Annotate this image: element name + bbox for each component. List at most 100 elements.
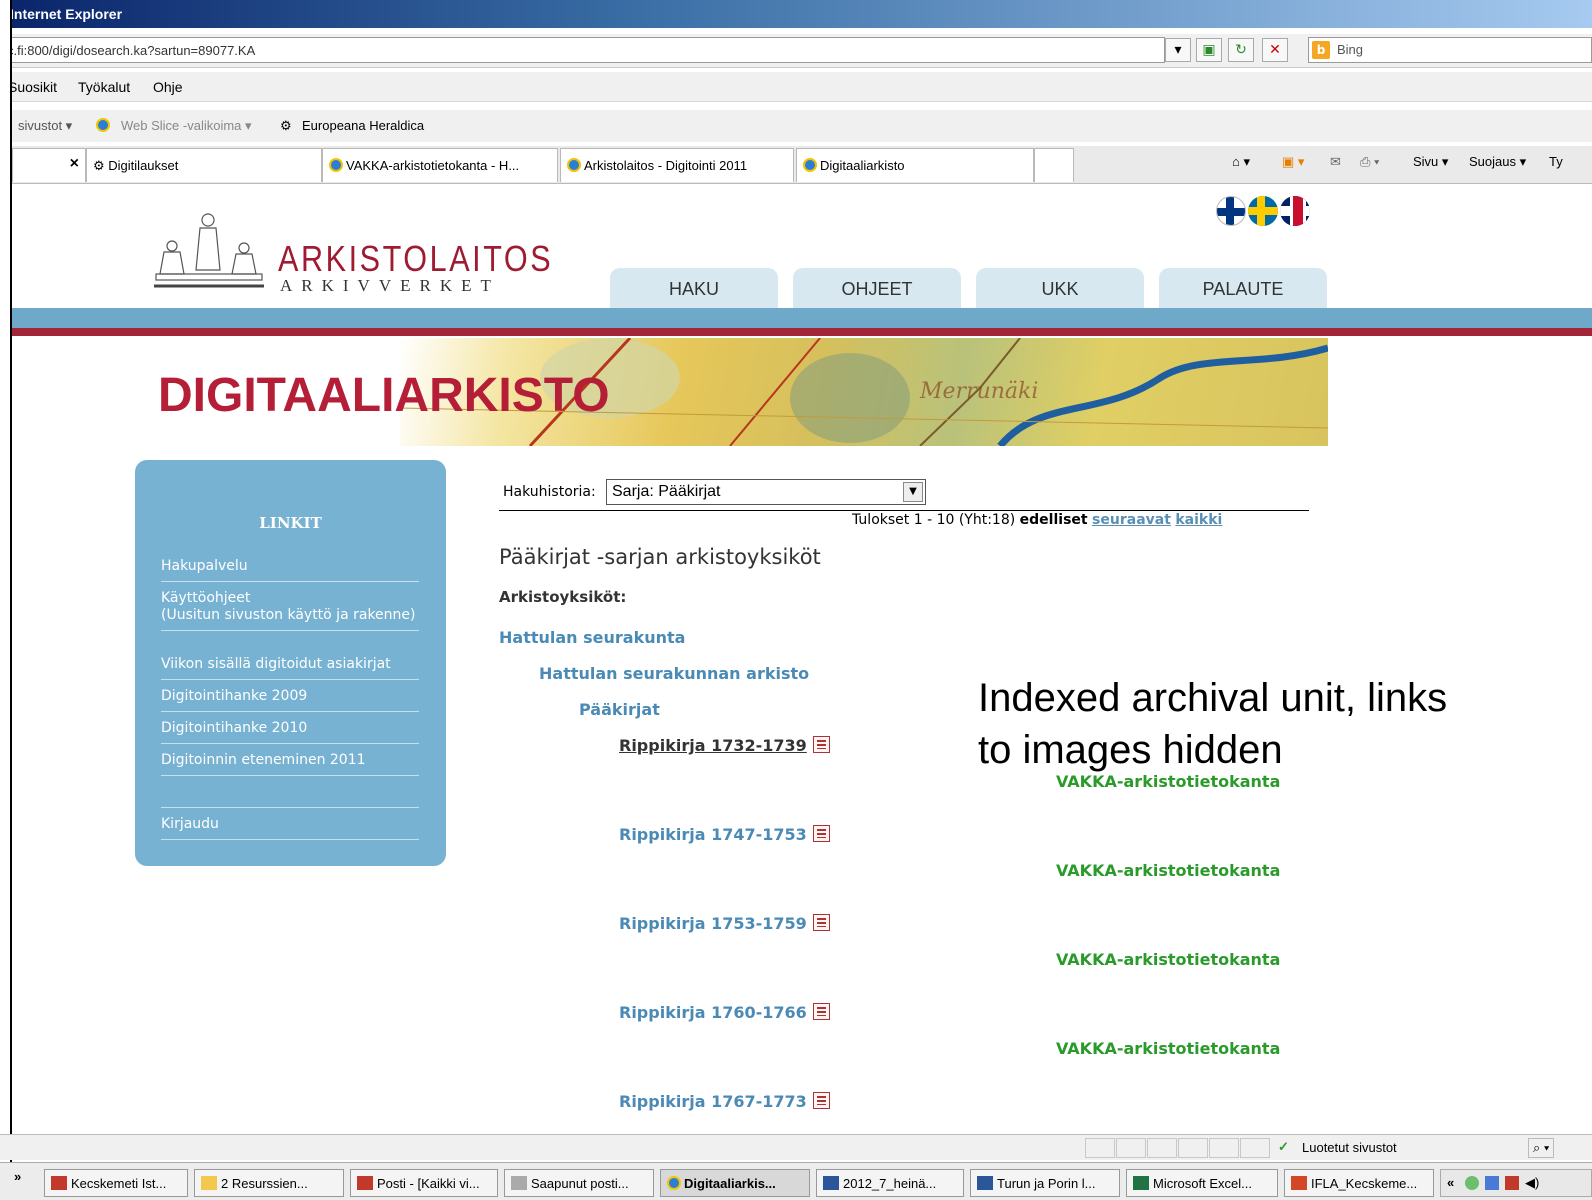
nav-tab-ohjeet[interactable]: OHJEET xyxy=(793,268,961,308)
document-icon[interactable] xyxy=(812,1003,830,1020)
task-label: Turun ja Porin l... xyxy=(997,1176,1096,1191)
language-selector xyxy=(1216,196,1312,230)
tab-digitilaukset[interactable]: ⚙ Digitilaukset xyxy=(86,148,322,182)
status-cell xyxy=(1147,1138,1177,1158)
tray-expand-icon[interactable]: « xyxy=(1447,1175,1454,1190)
sidebar-spacer xyxy=(161,784,419,808)
stop-icon[interactable]: ✕ xyxy=(1262,38,1288,62)
fav-europeana-heraldica[interactable]: Europeana Heraldica xyxy=(302,118,424,133)
list-item[interactable]: Rippikirja 1767-1773 xyxy=(619,1092,830,1111)
task-item[interactable]: IFLA_Kecskeme... xyxy=(1284,1169,1434,1197)
refresh-icon[interactable]: ↻ xyxy=(1228,38,1254,62)
safety-menu[interactable]: Suojaus ▾ xyxy=(1469,154,1526,170)
overflow-chevron-icon[interactable]: » xyxy=(14,1169,21,1184)
tab-label: VAKKA-arkistotietokanta - H... xyxy=(346,158,520,173)
next-link[interactable]: seuraavat xyxy=(1092,512,1171,528)
list-item[interactable]: Rippikirja 1747-1753 xyxy=(619,825,830,844)
swedish-flag-icon[interactable] xyxy=(1248,196,1278,226)
prev-link[interactable]: edelliset xyxy=(1020,512,1088,528)
status-cell xyxy=(1116,1138,1146,1158)
menu-help[interactable]: Ohje xyxy=(153,79,183,95)
document-icon[interactable] xyxy=(812,736,830,753)
archive-seal-logo xyxy=(154,213,264,288)
feeds-icon[interactable]: ▣ ▾ xyxy=(1282,154,1304,170)
sidebar-item-2009[interactable]: Digitointihanke 2009 xyxy=(161,688,419,712)
item-link[interactable]: Rippikirja 1760-1766 xyxy=(619,1003,807,1022)
home-icon[interactable]: ⌂ ▾ xyxy=(1232,154,1250,170)
vakka-link[interactable]: VAKKA-arkistotietokanta xyxy=(1056,950,1280,969)
page-menu[interactable]: Sivu ▾ xyxy=(1413,154,1448,170)
dropdown-arrow-icon[interactable]: ▼ xyxy=(903,482,923,502)
tab-close-button[interactable]: × xyxy=(12,148,86,182)
tab-label: Digitilaukset xyxy=(108,158,179,173)
menu-tools[interactable]: Työkalut xyxy=(78,79,130,95)
task-item[interactable]: Kecskemeti Ist... xyxy=(44,1169,188,1197)
list-item[interactable]: Rippikirja 1753-1759 xyxy=(619,914,830,933)
ie-icon xyxy=(667,1176,681,1190)
nav-tab-palaute[interactable]: PALAUTE xyxy=(1159,268,1327,308)
units-label: Arkistoyksiköt: xyxy=(499,588,627,606)
item-link[interactable]: Rippikirja 1732-1739 xyxy=(619,736,807,755)
zoom-icon[interactable]: ⌕ ▾ xyxy=(1528,1138,1555,1158)
sidebar-item-2011[interactable]: Digitoinnin eteneminen 2011 xyxy=(161,752,419,776)
item-link[interactable]: Rippikirja 1767-1773 xyxy=(619,1092,807,1111)
task-label: 2 Resurssien... xyxy=(221,1176,308,1191)
task-label: IFLA_Kecskeme... xyxy=(1311,1176,1418,1191)
task-item-active[interactable]: Digitaaliarkis... xyxy=(660,1169,810,1197)
tree-level-3[interactable]: Pääkirjat xyxy=(579,700,660,719)
nav-tab-haku[interactable]: HAKU xyxy=(610,268,778,308)
task-item[interactable]: 2012_7_heinä... xyxy=(816,1169,964,1197)
history-select[interactable]: Sarja: Pääkirjat xyxy=(606,479,926,505)
task-item[interactable]: Microsoft Excel... xyxy=(1126,1169,1278,1197)
task-item[interactable]: 2 Resurssien... xyxy=(194,1169,344,1197)
tray-icon[interactable] xyxy=(1505,1176,1519,1190)
fav-suggested-sites[interactable]: sivustot ▾ xyxy=(18,118,72,134)
tray-icon[interactable] xyxy=(1485,1176,1499,1190)
tab-vakka[interactable]: VAKKA-arkistotietokanta - H... xyxy=(322,148,558,182)
tree-level-1[interactable]: Hattulan seurakunta xyxy=(499,628,685,647)
print-icon[interactable]: ⎙ ▾ xyxy=(1360,154,1379,170)
address-field[interactable]: c.fi:800/digi/dosearch.ka?sartun=89077.K… xyxy=(0,37,1165,63)
banner-title: DIGITAALIARKISTO xyxy=(158,369,610,422)
sidebar-item-viikon[interactable]: Viikon sisällä digitoidut asiakirjat xyxy=(161,656,419,680)
tab-digitaaliarkisto[interactable]: Digitaaliarkisto xyxy=(796,148,1034,182)
task-item[interactable]: Saapunut posti... xyxy=(504,1169,654,1197)
logo-subtitle: ARKIVVERKET xyxy=(280,276,500,295)
tray-icon[interactable] xyxy=(1465,1176,1479,1190)
document-icon[interactable] xyxy=(812,1092,830,1109)
tree-level-2[interactable]: Hattulan seurakunnan arkisto xyxy=(539,664,809,683)
sidebar-item-hakupalvelu[interactable]: Hakupalvelu xyxy=(161,558,419,582)
nav-tab-ukk[interactable]: UKK xyxy=(976,268,1144,308)
fav-web-slice[interactable]: Web Slice -valikoima ▾ xyxy=(121,118,252,134)
sidebar-item-kirjaudu[interactable]: Kirjaudu xyxy=(161,816,419,840)
checkmark-icon: ✓ xyxy=(1278,1139,1289,1154)
search-input[interactable]: Bing xyxy=(1308,37,1592,63)
vakka-link[interactable]: VAKKA-arkistotietokanta xyxy=(1056,1039,1280,1058)
list-item[interactable]: Rippikirja 1732-1739 xyxy=(619,736,830,755)
task-item[interactable]: Turun ja Porin l... xyxy=(970,1169,1120,1197)
speaker-icon[interactable]: ◀) xyxy=(1525,1175,1539,1191)
window-frame xyxy=(0,0,12,1200)
mail-icon[interactable]: ✉ xyxy=(1330,154,1341,170)
vakka-link[interactable]: VAKKA-arkistotietokanta xyxy=(1056,861,1280,880)
task-label: Saapunut posti... xyxy=(531,1176,629,1191)
finnish-flag-icon[interactable] xyxy=(1216,196,1246,226)
sidebar-item-kayttoohjeet[interactable]: Käyttöohjeet (Uusitun sivuston käyttö ja… xyxy=(161,590,419,631)
status-cell xyxy=(1240,1138,1270,1158)
task-item[interactable]: Posti - [Kaikki vi... xyxy=(350,1169,498,1197)
document-icon[interactable] xyxy=(812,914,830,931)
document-icon[interactable] xyxy=(812,825,830,842)
sidebar-item-2010[interactable]: Digitointihanke 2010 xyxy=(161,720,419,744)
results-pager: Tulokset 1 - 10 (Yht:18) edelliset seura… xyxy=(852,512,1222,528)
dropdown-arrow-icon[interactable]: ▾ xyxy=(1165,38,1191,62)
item-link[interactable]: Rippikirja 1753-1759 xyxy=(619,914,807,933)
menu-favorites[interactable]: Suosikit xyxy=(8,79,57,95)
compatibility-icon[interactable]: ▣ xyxy=(1196,38,1222,62)
item-link[interactable]: Rippikirja 1747-1753 xyxy=(619,825,807,844)
tools-menu[interactable]: Ty xyxy=(1549,154,1563,169)
english-flag-icon[interactable] xyxy=(1280,196,1310,226)
new-tab-button[interactable] xyxy=(1034,148,1074,182)
all-link[interactable]: kaikki xyxy=(1175,512,1222,528)
list-item[interactable]: Rippikirja 1760-1766 xyxy=(619,1003,830,1022)
tab-digitointi[interactable]: Arkistolaitos - Digitointi 2011 xyxy=(560,148,794,182)
